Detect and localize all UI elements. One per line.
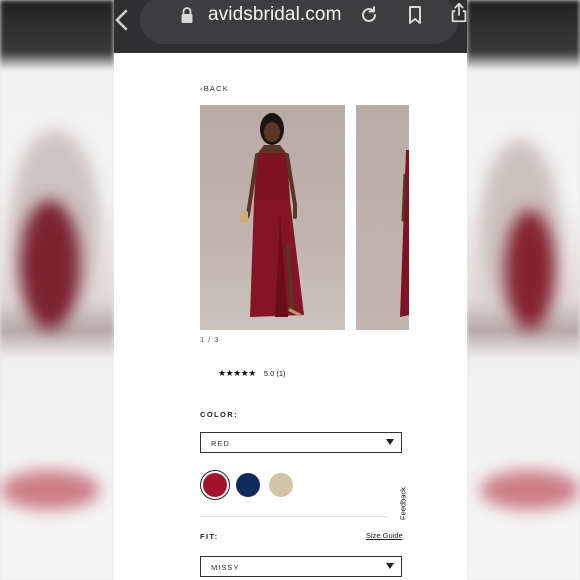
product-image-main[interactable]: [200, 105, 345, 330]
browser-toolbar: avidsbridal.com: [114, 0, 467, 53]
caret-down-icon: [386, 563, 394, 569]
share-icon[interactable]: [448, 2, 467, 24]
color-select[interactable]: RED: [200, 432, 402, 453]
rating-stars: ★★★★★: [218, 368, 256, 378]
swatch-red[interactable]: [203, 473, 227, 497]
image-pager: 1 / 3: [200, 335, 220, 344]
bookmark-icon[interactable]: [404, 4, 426, 26]
feedback-tab[interactable]: Feedback: [397, 486, 409, 522]
color-swatches: [200, 469, 310, 503]
divider: [200, 516, 388, 517]
fit-select[interactable]: MISSY: [200, 556, 402, 577]
address-bar[interactable]: avidsbridal.com: [140, 0, 467, 44]
rating[interactable]: ★★★★★ 5.0 (1): [218, 368, 286, 379]
back-link-label[interactable]: BACK: [204, 84, 229, 93]
size-guide-link[interactable]: Size Guide: [366, 531, 403, 540]
url-text[interactable]: avidsbridal.com: [208, 4, 342, 26]
model-figure-partial: [400, 150, 409, 317]
lock-icon: [181, 7, 193, 23]
product-page: ‹BACK 1 / 3 ★★★★★ 5.0 (1) COLOR: RED Fee…: [114, 53, 467, 580]
color-label: COLOR:: [200, 410, 238, 419]
swatch-champagne[interactable]: [269, 473, 293, 497]
fit-select-value: MISSY: [211, 563, 240, 572]
rating-text: 5.0 (1): [263, 369, 286, 378]
back-link[interactable]: ‹BACK: [200, 84, 229, 93]
phone-screen: avidsbridal.com ‹BACK 1 / 3 ★★★★★ 5.0 (1…: [114, 0, 467, 580]
reload-icon[interactable]: [358, 4, 380, 26]
product-image-second[interactable]: [356, 105, 409, 330]
fit-label: FIT:: [200, 532, 219, 541]
model-figure: [240, 113, 304, 317]
caret-down-icon: [386, 439, 394, 445]
swatch-navy[interactable]: [236, 473, 260, 497]
color-select-value: RED: [211, 439, 230, 448]
back-chevron-icon[interactable]: [114, 8, 132, 32]
